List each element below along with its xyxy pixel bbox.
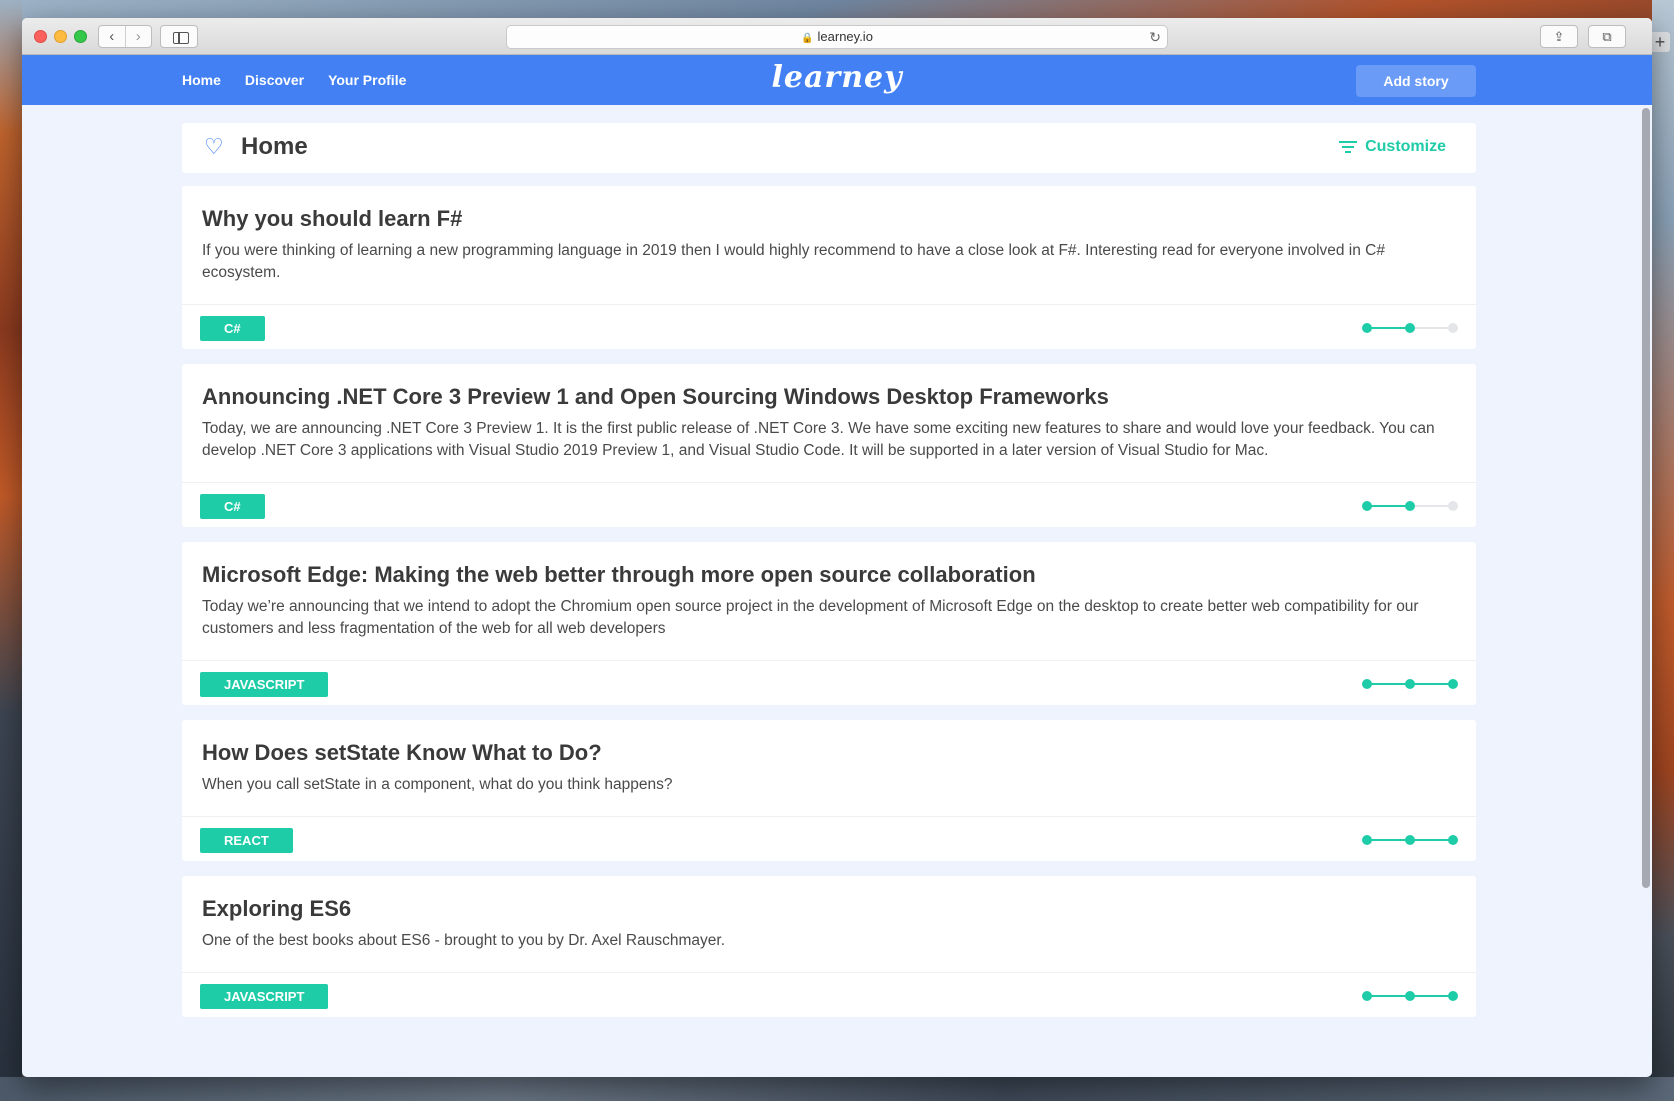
story-list: Why you should learn F# If you were thin… bbox=[182, 186, 1476, 1017]
story-body: Microsoft Edge: Making the web better th… bbox=[182, 542, 1476, 660]
story-footer: C# bbox=[182, 304, 1476, 349]
story-title[interactable]: Why you should learn F# bbox=[202, 206, 1456, 232]
history-nav: ‹ › bbox=[98, 25, 152, 48]
scrollbar[interactable] bbox=[1642, 108, 1650, 888]
difficulty-dot bbox=[1448, 991, 1458, 1001]
story-footer: C# bbox=[182, 482, 1476, 527]
story-card[interactable]: Microsoft Edge: Making the web better th… bbox=[182, 542, 1476, 705]
story-description: One of the best books about ES6 - brough… bbox=[202, 932, 725, 949]
share-button[interactable]: ⇪ bbox=[1540, 25, 1578, 48]
difficulty-dot bbox=[1405, 835, 1415, 845]
difficulty-dot bbox=[1448, 323, 1458, 333]
difficulty-indicator bbox=[1362, 991, 1458, 1001]
story-tag[interactable]: JAVASCRIPT bbox=[200, 672, 329, 697]
story-title[interactable]: Announcing .NET Core 3 Preview 1 and Ope… bbox=[202, 384, 1456, 410]
browser-window: ‹ › 🔒 learney.io ↻ ⇪ ⧉ Home Discover Your… bbox=[22, 18, 1652, 1077]
close-window-button[interactable] bbox=[34, 30, 47, 43]
difficulty-dot bbox=[1362, 835, 1372, 845]
nav-home[interactable]: Home bbox=[182, 72, 221, 88]
difficulty-track-fill bbox=[1366, 505, 1409, 507]
difficulty-track-fill bbox=[1366, 327, 1409, 329]
story-title[interactable]: Microsoft Edge: Making the web better th… bbox=[202, 562, 1456, 588]
story-tag[interactable]: C# bbox=[200, 316, 265, 341]
customize-label: Customize bbox=[1365, 138, 1446, 155]
add-story-button[interactable]: Add story bbox=[1356, 65, 1476, 97]
app-logo[interactable]: learney bbox=[771, 60, 902, 95]
main-content: ♡ Home Customize Why you should learn F#… bbox=[182, 123, 1476, 1032]
story-footer: JAVASCRIPT bbox=[182, 660, 1476, 705]
page-header: ♡ Home Customize bbox=[182, 123, 1476, 173]
browser-titlebar: ‹ › 🔒 learney.io ↻ ⇪ ⧉ bbox=[22, 18, 1652, 55]
page-title: Home bbox=[241, 133, 308, 160]
minimize-window-button[interactable] bbox=[54, 30, 67, 43]
reload-icon[interactable]: ↻ bbox=[1149, 26, 1161, 48]
story-description: If you were thinking of learning a new p… bbox=[202, 242, 1385, 281]
difficulty-dot bbox=[1405, 679, 1415, 689]
lock-icon: 🔒 bbox=[801, 33, 814, 44]
url-text: learney.io bbox=[817, 29, 873, 44]
story-description: When you call setState in a component, w… bbox=[202, 776, 673, 793]
story-description: Today we’re announcing that we intend to… bbox=[202, 598, 1419, 637]
story-title[interactable]: Exploring ES6 bbox=[202, 896, 1456, 922]
story-card[interactable]: Announcing .NET Core 3 Preview 1 and Ope… bbox=[182, 364, 1476, 527]
difficulty-dot bbox=[1405, 501, 1415, 511]
story-card[interactable]: Exploring ES6 One of the best books abou… bbox=[182, 876, 1476, 1017]
difficulty-dot bbox=[1362, 991, 1372, 1001]
desktop-background-right bbox=[1652, 0, 1674, 1101]
app-header: Home Discover Your Profile learney Add s… bbox=[22, 55, 1652, 105]
show-tabs-button[interactable]: ⧉ bbox=[1588, 25, 1626, 48]
story-title[interactable]: How Does setState Know What to Do? bbox=[202, 740, 1456, 766]
filter-icon bbox=[1339, 140, 1358, 154]
nav-discover[interactable]: Discover bbox=[245, 72, 304, 88]
difficulty-dot bbox=[1448, 501, 1458, 511]
story-tag[interactable]: REACT bbox=[200, 828, 293, 853]
story-body: Announcing .NET Core 3 Preview 1 and Ope… bbox=[182, 364, 1476, 482]
story-body: Exploring ES6 One of the best books abou… bbox=[182, 876, 1476, 972]
difficulty-dot bbox=[1362, 679, 1372, 689]
difficulty-dot bbox=[1448, 679, 1458, 689]
story-card[interactable]: How Does setState Know What to Do? When … bbox=[182, 720, 1476, 861]
maximize-window-button[interactable] bbox=[74, 30, 87, 43]
desktop-background-left bbox=[0, 0, 22, 1101]
difficulty-dot bbox=[1362, 501, 1372, 511]
address-bar[interactable]: 🔒 learney.io ↻ bbox=[506, 25, 1168, 49]
forward-button[interactable]: › bbox=[124, 26, 152, 47]
main-nav: Home Discover Your Profile bbox=[182, 55, 430, 105]
difficulty-indicator bbox=[1362, 679, 1458, 689]
nav-your-profile[interactable]: Your Profile bbox=[328, 72, 406, 88]
story-footer: REACT bbox=[182, 816, 1476, 861]
customize-button[interactable]: Customize bbox=[1339, 138, 1446, 156]
difficulty-dot bbox=[1362, 323, 1372, 333]
story-body: Why you should learn F# If you were thin… bbox=[182, 186, 1476, 304]
story-body: How Does setState Know What to Do? When … bbox=[182, 720, 1476, 816]
story-tag[interactable]: C# bbox=[200, 494, 265, 519]
story-description: Today, we are announcing .NET Core 3 Pre… bbox=[202, 420, 1435, 459]
story-tag[interactable]: JAVASCRIPT bbox=[200, 984, 329, 1009]
sidebar-toggle-icon[interactable] bbox=[160, 25, 198, 48]
new-tab-button[interactable]: + bbox=[1650, 32, 1670, 52]
difficulty-dot bbox=[1405, 991, 1415, 1001]
difficulty-indicator bbox=[1362, 501, 1458, 511]
difficulty-indicator bbox=[1362, 835, 1458, 845]
story-card[interactable]: Why you should learn F# If you were thin… bbox=[182, 186, 1476, 349]
desktop-background-bottom bbox=[0, 1077, 1674, 1101]
difficulty-dot bbox=[1448, 835, 1458, 845]
difficulty-dot bbox=[1405, 323, 1415, 333]
difficulty-indicator bbox=[1362, 323, 1458, 333]
back-button[interactable]: ‹ bbox=[99, 26, 125, 47]
story-footer: JAVASCRIPT bbox=[182, 972, 1476, 1017]
heart-icon: ♡ bbox=[204, 134, 224, 159]
